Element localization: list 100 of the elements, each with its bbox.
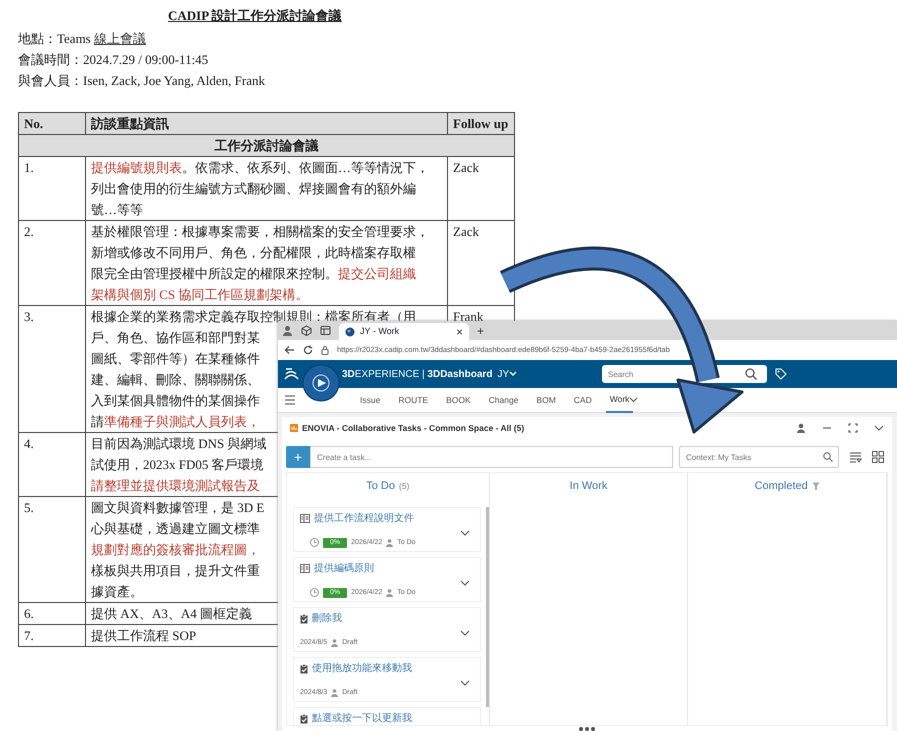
- caret-icon[interactable]: [509, 371, 518, 377]
- scrollbar[interactable]: [486, 507, 489, 707]
- create-task-field[interactable]: Create a task...: [310, 446, 673, 468]
- list-filter-icon[interactable]: [849, 452, 862, 462]
- calendar-icon: [300, 514, 310, 523]
- task-title[interactable]: 提供工作流程說明文件: [314, 511, 414, 526]
- cell-text-line: 請整理並提供環境測試報告及: [91, 477, 260, 495]
- cell-text-line: 據資產。: [91, 583, 143, 601]
- person-icon: [331, 688, 338, 697]
- person-icon: [331, 638, 338, 647]
- nav-tab[interactable]: Work: [606, 388, 634, 412]
- new-tab-button[interactable]: +: [477, 324, 484, 336]
- chevron-down-icon[interactable]: [629, 397, 638, 403]
- close-tab-button[interactable]: ×: [456, 326, 463, 338]
- chevron-down-icon[interactable]: [874, 423, 884, 433]
- clipboard-icon: [300, 714, 308, 724]
- chevron-down-icon[interactable]: [460, 680, 470, 686]
- column-header: No.: [24, 115, 44, 133]
- cell-text-line: 提供編號規則表。依需求、依系列、依圖面…等等情況下，: [91, 159, 429, 177]
- person-icon: [386, 588, 394, 597]
- cell-text-line: 目前因為測試環境 DNS 與網域: [91, 435, 267, 453]
- cell-text-line: 心與基礎，透過建立圖文標準: [91, 520, 260, 538]
- cell-text-line: 限完全由管理授權中所設定的權限來控制。提交公司組織: [91, 265, 416, 283]
- follow-up-name: Zack: [453, 159, 479, 177]
- task-title[interactable]: 使用拖放功能來移動我: [312, 661, 412, 676]
- cell-text-line: 圖紙、零部件等）在某種條件: [91, 350, 260, 368]
- nav-tab[interactable]: CAD: [570, 388, 596, 412]
- cell-text-line: 架構與個別 CS 協同工作區規劃架構。: [91, 286, 308, 304]
- task-title[interactable]: 提供編碼原則: [314, 561, 374, 576]
- drag-handle-icon[interactable]: [579, 727, 595, 731]
- expand-icon[interactable]: [848, 423, 858, 433]
- cell-text-line: 樣板與共用項目，提升文件重: [91, 562, 260, 580]
- cell-text-line: 提供工作流程 SOP: [91, 627, 196, 645]
- column-title: To Do: [366, 478, 395, 494]
- lock-icon: [321, 345, 329, 355]
- cell-text-line: 建、編輯、刪除、關聯關係、: [91, 371, 260, 389]
- cell-text-line: 規劃對應的簽核審批流程圖，: [91, 541, 260, 559]
- nav-tab[interactable]: ROUTE: [394, 388, 432, 412]
- clipboard-icon: [300, 614, 308, 624]
- chevron-down-icon[interactable]: [460, 530, 470, 536]
- meeting-link[interactable]: 線上會議: [94, 31, 146, 46]
- user-menu[interactable]: JY: [497, 366, 510, 382]
- reload-icon[interactable]: [303, 345, 313, 355]
- cell-text-line: 基於權限管理：根據專案需要，相關檔案的安全管理要求，: [91, 223, 429, 241]
- nav-tab[interactable]: Issue: [356, 388, 384, 412]
- tag-icon[interactable]: [775, 368, 787, 380]
- section-header: 工作分派討論會議: [214, 137, 318, 155]
- cell-text-line: 戶、角色、協作區和部門對某: [91, 329, 260, 347]
- column-header: Follow up: [453, 115, 508, 133]
- column-header: 訪談重點資訊: [91, 115, 169, 133]
- user-share-icon[interactable]: [796, 423, 806, 433]
- nav-tab[interactable]: BOOK: [442, 388, 475, 412]
- nav-tab[interactable]: Change: [484, 388, 522, 412]
- row-number: 4.: [24, 435, 34, 453]
- cube-icon: [301, 325, 312, 336]
- row-number: 1.: [24, 159, 34, 177]
- cell-text-line: 號…等等: [91, 201, 143, 219]
- row-number: 5.: [24, 499, 34, 517]
- ds-logo-icon: [284, 367, 300, 381]
- app-icon: [290, 424, 298, 432]
- profile-icon: [282, 325, 293, 336]
- nav-tab[interactable]: BOM: [532, 388, 560, 412]
- follow-up-name: Frank: [453, 308, 484, 326]
- add-task-button[interactable]: +: [286, 446, 310, 468]
- clipboard-icon: [300, 664, 308, 674]
- globe-icon: [345, 326, 355, 336]
- clock-icon: [310, 538, 319, 548]
- cell-text-line: 列出會使用的衍生編號方式翻砂圖、焊接圖會有的額外編: [91, 180, 416, 198]
- meta-line: 與會人員：Isen, Zack, Joe Yang, Alden, Frank: [18, 72, 265, 90]
- row-number: 2.: [24, 223, 34, 241]
- cell-text-line: 圖文與資料數據管理，是 3D E: [91, 499, 264, 517]
- menu-icon[interactable]: [284, 395, 296, 405]
- row-number: 3.: [24, 308, 34, 326]
- clock-icon: [310, 588, 319, 598]
- meta-line: 會議時間：2024.7.29 / 09:00-11:45: [18, 51, 208, 69]
- task-title[interactable]: 刪除我: [312, 611, 342, 626]
- meta-line: 地點：Teams 線上會議: [18, 30, 146, 48]
- row-number: 7.: [24, 627, 34, 645]
- row-number: 6.: [24, 605, 34, 623]
- chevron-down-icon[interactable]: [460, 630, 470, 636]
- cell-text-line: 提供 AX、A3、A4 圖框定義: [91, 605, 252, 623]
- task-title[interactable]: 點選或按一下以更新我: [312, 711, 412, 725]
- cell-text-line: 請準備種子與測試人員列表，: [91, 413, 260, 431]
- person-icon: [386, 538, 394, 547]
- widget-title: ENOVIA - Collaborative Tasks - Common Space - All (5): [302, 422, 526, 434]
- browser-tab[interactable]: JY - Work ×: [339, 323, 469, 340]
- window-icon: [320, 325, 331, 336]
- cell-text-line: 新增或修改不同用戶、角色，分配權限，此時檔案存取權: [91, 244, 416, 262]
- column-title: Completed: [754, 478, 808, 494]
- document-title: CADIP 設計工作分派討論會議: [168, 7, 342, 25]
- grid-view-icon[interactable]: [872, 451, 884, 463]
- app-title: 3DEXPERIENCE | 3DDashboard: [342, 368, 492, 382]
- context-field[interactable]: Context: My Tasks: [679, 446, 839, 468]
- task-count: (5): [399, 480, 410, 492]
- chevron-down-icon[interactable]: [460, 580, 470, 586]
- follow-up-name: Zack: [453, 223, 479, 241]
- cell-text-line: 試使用，2023x FD05 客戶環境: [91, 456, 264, 474]
- calendar-icon: [300, 564, 310, 573]
- task-card[interactable]: 點選或按一下以更新我: [293, 707, 481, 725]
- back-arrow-icon[interactable]: [284, 345, 295, 355]
